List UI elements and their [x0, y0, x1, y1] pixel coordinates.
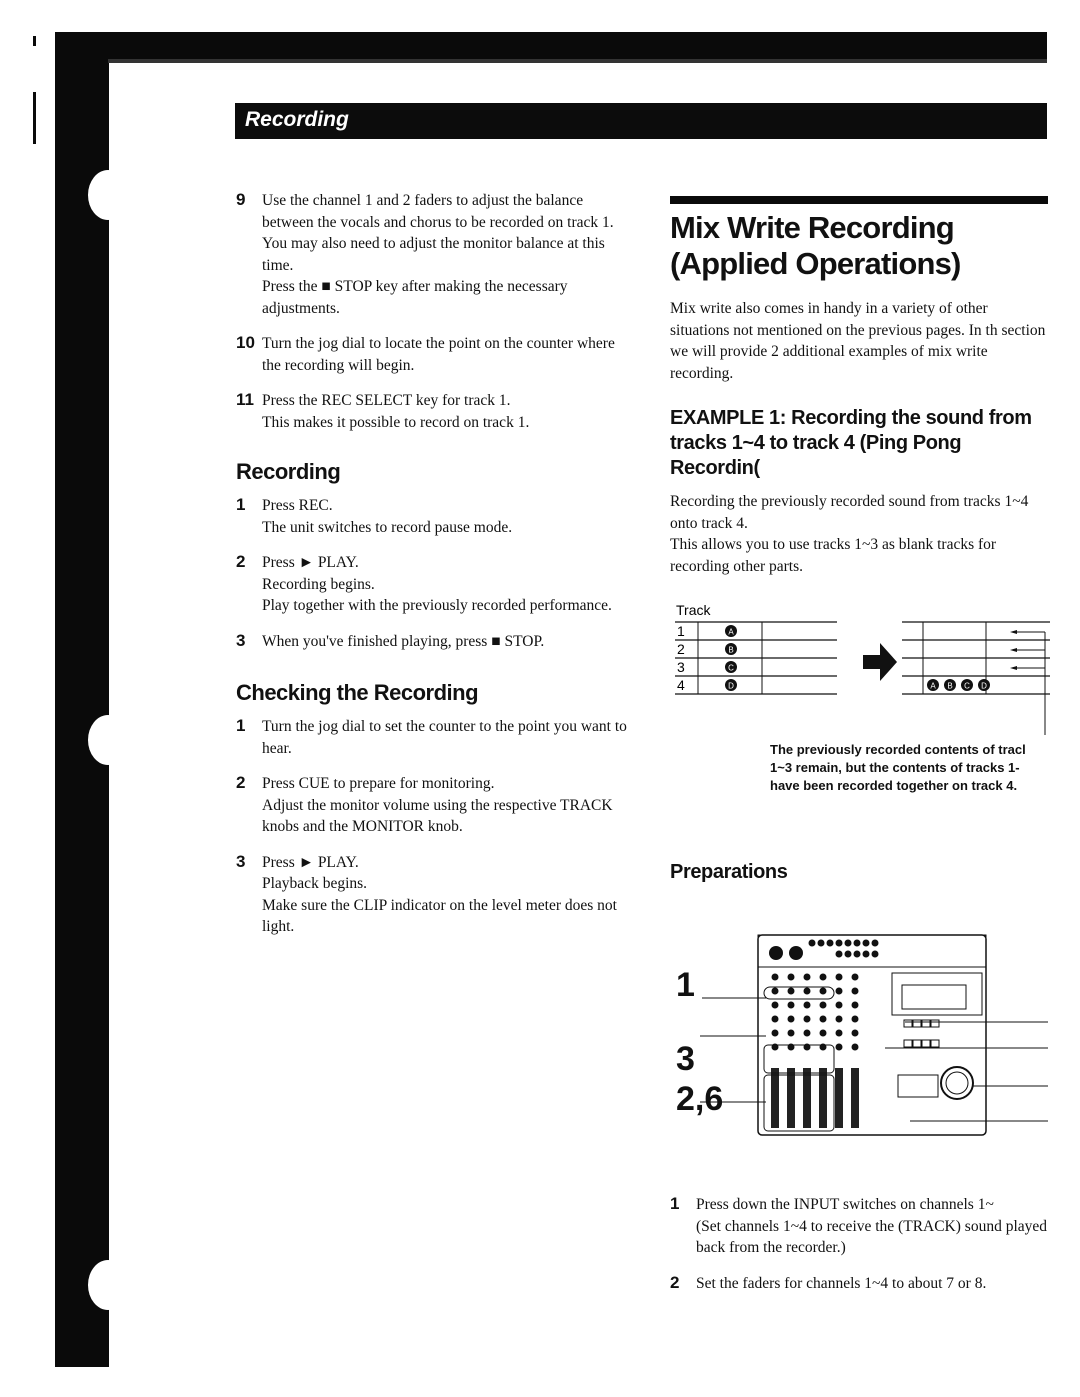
- step-text: This makes it possible to record on trac…: [262, 413, 530, 431]
- step-text: (Set channels 1~4 to receive the (TRACK)…: [696, 1217, 1048, 1257]
- binding-hole: [88, 170, 128, 220]
- section-header: Recording: [235, 103, 1047, 139]
- step-number: 1: [236, 495, 246, 514]
- step: 1 Press REC. The unit switches to record p…: [236, 495, 631, 538]
- step-text: Make sure the CLIP indicator on the leve…: [262, 896, 617, 936]
- step-number: 1: [670, 1194, 680, 1213]
- callout-label: 2,6: [676, 1080, 724, 1118]
- step-text: Adjust the monitor volume using the resp…: [262, 796, 613, 836]
- arrow-left-icon: [1010, 666, 1017, 670]
- scan-mark: [33, 36, 36, 46]
- step-text: Press REC.: [262, 497, 333, 514]
- step-text: Press the ■ STOP key after making the ne…: [262, 278, 568, 317]
- binding-hole: [88, 715, 128, 765]
- svg-text:A: A: [728, 628, 734, 637]
- step-text: Press ► PLAY.: [262, 853, 359, 871]
- svg-text:D: D: [728, 682, 734, 691]
- track-number: 4: [677, 677, 685, 693]
- svg-text:A: A: [930, 682, 936, 691]
- track-number: 3: [677, 659, 685, 675]
- step-text: Play together with the previously record…: [262, 597, 612, 614]
- step-text: Recording begins.: [262, 575, 375, 593]
- step: 11 Press the REC SELECT key for track 1. T…: [236, 390, 631, 433]
- top-bar-edge: [108, 59, 1047, 63]
- checking-heading: Checking the Recording: [236, 680, 479, 705]
- page-title: Mix Write Recording (Applied Operations): [670, 196, 1048, 282]
- step-number: 1: [236, 716, 246, 735]
- step: 1 Press down the INPUT switches on channe…: [670, 1194, 1050, 1259]
- step: 2 Press ► PLAY. Recording begins. Play toge…: [236, 552, 631, 617]
- step-text: Press down the INPUT switches on channel…: [696, 1196, 994, 1213]
- section-title: Recording: [245, 108, 349, 131]
- step-text: The unit switches to record pause mode.: [262, 518, 513, 536]
- step: 3 When you've finished playing, press ■ S…: [236, 631, 631, 653]
- step-text: Set the faders for channels 1~4 to about…: [696, 1274, 987, 1292]
- step: 3 Press ► PLAY. Playback begins. Make sure …: [236, 852, 631, 938]
- svg-text:C: C: [964, 682, 970, 691]
- callout-label: 3: [676, 1040, 695, 1078]
- step-text: Use the channel 1 and 2 faders to adjust…: [262, 192, 614, 231]
- intro-text: Mix write also comes in handy in a varie…: [670, 300, 1046, 382]
- step-text: Turn the jog dial to locate the point on…: [262, 335, 615, 374]
- step: 2 Set the faders for channels 1~4 to abou…: [670, 1273, 1050, 1295]
- step-text: You may also need to adjust the monitor …: [262, 235, 605, 274]
- step-number: 11: [236, 390, 254, 409]
- step: 1 Turn the jog dial to set the counter to…: [236, 716, 631, 759]
- diagram-caption: The previously recorded contents of trac…: [770, 742, 1026, 793]
- left-column: 9 Use the channel 1 and 2 faders to adjus…: [236, 190, 631, 952]
- svg-text:B: B: [947, 682, 952, 691]
- step-number: 2: [236, 773, 246, 792]
- track-label: Track: [676, 602, 711, 618]
- arrow-left-icon: [1010, 630, 1017, 634]
- recording-heading: Recording: [236, 459, 341, 484]
- manual-page: Recording 9 Use the channel 1 and 2 fader…: [0, 0, 1080, 1397]
- svg-text:B: B: [728, 646, 733, 655]
- step-text: Press ► PLAY.: [262, 554, 359, 571]
- step-number: 2: [670, 1272, 680, 1292]
- preparations-heading: Preparations: [670, 861, 788, 883]
- scan-mark: [33, 92, 36, 144]
- step: 9 Use the channel 1 and 2 faders to adjus…: [236, 190, 631, 319]
- mixer-illustration: [700, 934, 1048, 1136]
- svg-text:D: D: [981, 682, 987, 691]
- step-text: Turn the jog dial to set the counter to …: [262, 718, 627, 757]
- track-number: 1: [677, 623, 685, 639]
- step-text: When you've finished playing, press ■ ST…: [262, 632, 545, 650]
- step-number: 2: [236, 552, 246, 571]
- step-text: Press CUE to prepare for monitoring.: [262, 775, 495, 792]
- track-number: 2: [677, 641, 685, 657]
- callout-label: 1: [676, 966, 695, 1004]
- arrow-right-icon: [863, 643, 897, 681]
- left-binding-bar: [55, 32, 109, 1367]
- top-bar: [55, 32, 1047, 59]
- step-text: Playback begins.: [262, 875, 368, 892]
- step-number: 9: [236, 190, 246, 209]
- svg-text:C: C: [728, 664, 734, 673]
- example-heading: EXAMPLE 1: Recording the sound from trac…: [670, 407, 1032, 479]
- arrow-left-icon: [1010, 648, 1017, 652]
- example-text: Recording the previously recorded sound …: [670, 493, 1029, 532]
- step-text: Press the REC SELECT key for track 1.: [262, 392, 511, 409]
- step-number: 3: [236, 630, 246, 650]
- right-column: Mix Write Recording (Applied Operations)…: [670, 196, 1048, 577]
- step: 2 Press CUE to prepare for monitoring. Adj…: [236, 773, 631, 838]
- preparation-steps: 1 Press down the INPUT switches on channe…: [670, 1194, 1050, 1308]
- step-number: 3: [236, 851, 246, 871]
- step: 10 Turn the jog dial to locate the point …: [236, 333, 631, 376]
- step-number: 10: [236, 333, 255, 352]
- binding-hole: [88, 1260, 128, 1310]
- example-text: This allows you to use tracks 1~3 as bla…: [670, 536, 997, 575]
